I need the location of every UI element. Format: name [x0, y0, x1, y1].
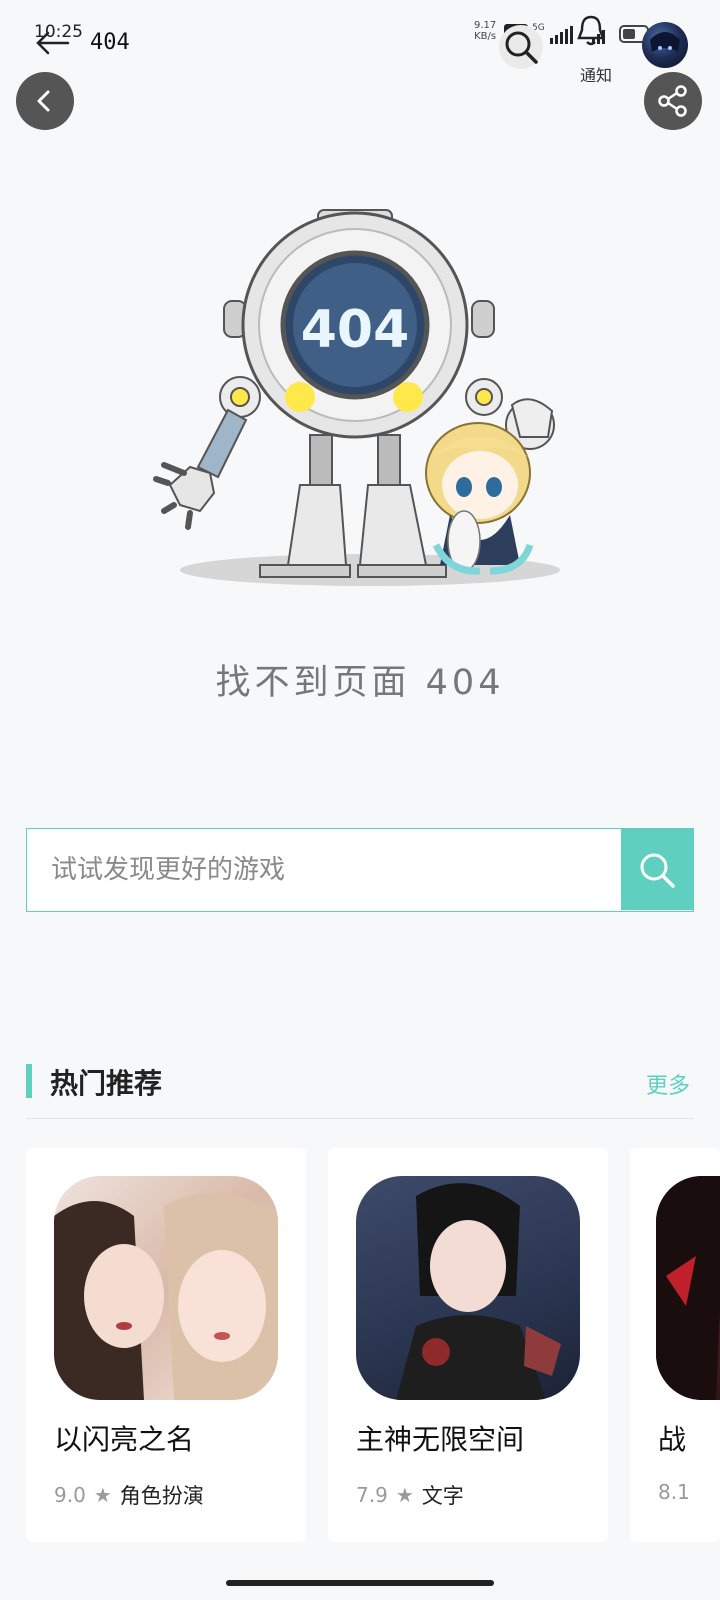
search-input[interactable] [27, 829, 625, 910]
game-cover [54, 1176, 278, 1400]
game-meta: 8.1 [658, 1480, 690, 1504]
game-name: 战 [658, 1423, 687, 1456]
game-cover [656, 1176, 720, 1400]
game-card[interactable]: 以闪亮之名 9.0 ★ 角色扮演 [26, 1148, 306, 1542]
back-arrow-icon[interactable] [34, 30, 70, 56]
search-icon[interactable] [498, 24, 544, 70]
back-button[interactable] [16, 72, 74, 130]
search-icon [640, 853, 675, 888]
user-avatar[interactable] [642, 22, 688, 68]
game-genre: 角色扮演 [119, 1484, 204, 1508]
game-score: 8.1 [658, 1480, 690, 1504]
star-icon: ★ [395, 1483, 414, 1507]
network-speed: 9.17 KB/s [474, 20, 497, 42]
game-meta: 7.9 ★ 文字 [356, 1480, 464, 1510]
page-title: 404 [90, 30, 130, 55]
section-title: 热门推荐 [50, 1067, 163, 1100]
chevron-left-icon [37, 90, 50, 112]
game-score: 7.9 [356, 1483, 388, 1507]
star-icon: ★ [93, 1483, 112, 1507]
section-accent-bar [26, 1064, 32, 1098]
girl-character [425, 398, 555, 575]
game-card[interactable]: 战 8.1 [630, 1148, 720, 1542]
robot-arm [465, 300, 503, 416]
search-button[interactable] [621, 829, 693, 910]
robot-illustration: 404 [153, 209, 560, 586]
game-genre: 文字 [421, 1484, 464, 1508]
game-score: 9.0 [54, 1483, 86, 1507]
more-link[interactable]: 更多 [646, 1068, 690, 1100]
home-indicator[interactable] [226, 1580, 494, 1586]
error-message: 找不到页面 404 [215, 663, 505, 703]
game-meta: 9.0 ★ 角色扮演 [54, 1480, 204, 1510]
share-icon [658, 85, 687, 117]
game-name: 以闪亮之名 [54, 1423, 195, 1456]
bell-icon[interactable] [576, 14, 606, 48]
divider [26, 1118, 694, 1119]
search-bar [26, 828, 694, 912]
robot-screen-text: 404 [301, 300, 410, 360]
notify-label[interactable]: 通知 [580, 62, 612, 86]
share-button[interactable] [644, 72, 702, 130]
game-name: 主神无限空间 [356, 1423, 525, 1456]
game-cover [356, 1176, 580, 1400]
game-card[interactable]: 主神无限空间 7.9 ★ 文字 [328, 1148, 608, 1542]
